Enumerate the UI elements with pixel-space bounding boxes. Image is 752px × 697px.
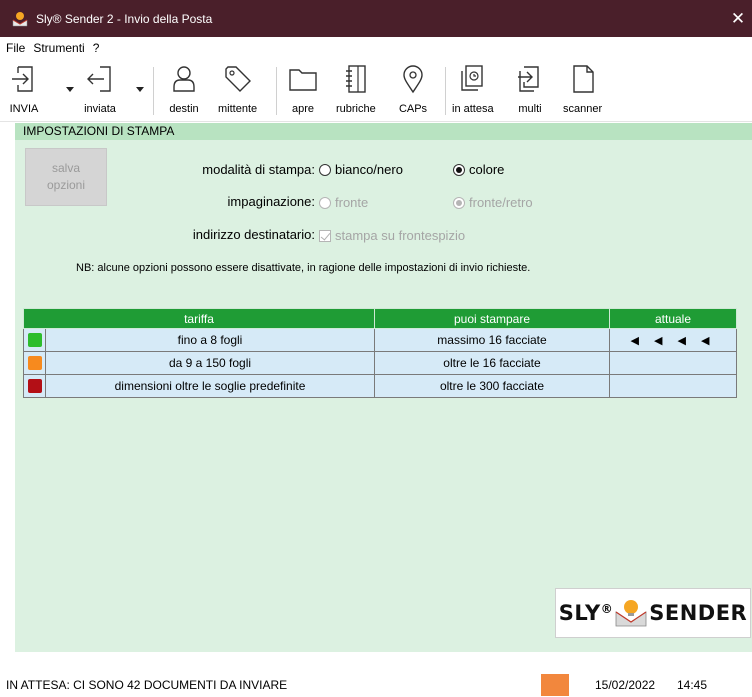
menu-strumenti[interactable]: Strumenti <box>33 41 84 55</box>
status-message: IN ATTESA: CI SONO 42 DOCUMENTI DA INVIA… <box>6 678 288 692</box>
window-title: Sly® Sender 2 - Invio della Posta <box>36 11 213 26</box>
radio-circle <box>319 163 331 176</box>
tariffa-cell: fino a 8 fogli <box>45 328 375 352</box>
radio-colore[interactable]: colore <box>453 162 504 177</box>
inviata-button[interactable]: inviata <box>84 63 116 119</box>
radio-circle-selected <box>453 163 465 176</box>
checkbox-frontespizio[interactable]: stampa su frontespizio <box>319 228 465 243</box>
green-swatch <box>27 333 42 347</box>
red-swatch <box>27 379 42 393</box>
app-logo-icon <box>12 11 28 27</box>
multi-send-icon <box>518 66 539 92</box>
user-icon <box>173 66 195 92</box>
header-tariffa: tariffa <box>23 308 375 329</box>
logo-text-left: SLY <box>558 601 601 625</box>
document-icon <box>572 65 594 93</box>
map-pin-icon <box>403 65 423 94</box>
table-row[interactable]: da 9 a 150 fogli oltre le 16 facciate <box>23 351 737 375</box>
status-time: 14:45 <box>677 678 708 692</box>
header-puoi-stampare: puoi stampare <box>374 308 610 329</box>
destin-button[interactable]: destin <box>168 63 200 119</box>
sly-sender-logo: SLY ® SENDER <box>555 588 751 638</box>
invia-dropdown-icon[interactable] <box>66 87 74 93</box>
logo-text-right: SENDER <box>649 601 748 625</box>
modalita-label: modalità di stampa: <box>202 162 315 177</box>
scanner-button[interactable]: scanner <box>563 63 602 119</box>
in-attesa-button[interactable]: in attesa <box>452 63 494 119</box>
mittente-button[interactable]: mittente <box>218 63 257 119</box>
folder-icon <box>289 69 317 91</box>
stampare-cell: massimo 16 facciate <box>374 328 610 352</box>
address-book-icon <box>345 65 366 93</box>
tariffa-cell: da 9 a 150 fogli <box>45 351 375 375</box>
menu-bar: File Strumenti ? <box>0 37 752 59</box>
table-row[interactable]: dimensioni oltre le soglie predefinite o… <box>23 374 737 398</box>
tariffe-table: tariffa puoi stampare attuale fino a 8 f… <box>23 308 737 398</box>
inviata-dropdown-icon[interactable] <box>136 87 144 93</box>
send-icon <box>12 66 33 92</box>
orange-swatch <box>27 356 42 370</box>
checkbox-box <box>319 229 331 242</box>
radio-circle <box>319 196 331 209</box>
logo-registered: ® <box>600 602 614 616</box>
toolbar-separator <box>445 67 446 115</box>
sent-icon <box>87 66 111 92</box>
rubriche-button[interactable]: rubriche <box>336 63 376 119</box>
caps-button[interactable]: CAPs <box>397 63 429 119</box>
status-bar: IN ATTESA: CI SONO 42 DOCUMENTI DA INVIA… <box>0 673 752 697</box>
menu-help[interactable]: ? <box>93 41 100 55</box>
toolbar-separator <box>276 67 277 115</box>
salva-opzioni-button[interactable]: salva opzioni <box>25 148 107 206</box>
toolbar-separator <box>153 67 154 115</box>
impaginazione-label: impaginazione: <box>227 194 315 209</box>
color-cell <box>23 374 46 398</box>
title-bar: Sly® Sender 2 - Invio della Posta ✕ <box>0 0 752 37</box>
table-header-row: tariffa puoi stampare attuale <box>23 308 737 329</box>
queue-icon <box>461 65 483 91</box>
toolbar: INVIA inviata destin mittente apre rubri… <box>0 59 752 122</box>
attuale-indicator: ◀ ◀ ◀ ◀ <box>609 328 737 352</box>
envelope-bulb-icon <box>615 600 647 627</box>
multi-button[interactable]: multi <box>514 63 546 119</box>
radio-circle-selected <box>453 196 465 209</box>
note-text: NB: alcune opzioni possono essere disatt… <box>76 262 531 274</box>
stampare-cell: oltre le 300 facciate <box>374 374 610 398</box>
status-date: 15/02/2022 <box>595 678 656 692</box>
tag-icon <box>224 66 251 92</box>
stampare-cell: oltre le 16 facciate <box>374 351 610 375</box>
radio-bianco-nero[interactable]: bianco/nero <box>319 162 403 177</box>
attuale-cell <box>609 351 737 375</box>
destinatario-label: indirizzo destinatario: <box>192 227 315 242</box>
section-header: IMPOSTAZIONI DI STAMPA <box>15 123 752 140</box>
table-row[interactable]: fino a 8 fogli massimo 16 facciate ◀ ◀ ◀… <box>23 328 737 352</box>
attuale-cell <box>609 374 737 398</box>
apre-button[interactable]: apre <box>287 63 319 119</box>
print-settings-panel: salva opzioni modalità di stampa: bianco… <box>15 140 752 652</box>
invia-button[interactable]: INVIA <box>8 63 40 119</box>
radio-fronte[interactable]: fronte <box>319 195 368 210</box>
menu-file[interactable]: File <box>6 41 25 55</box>
color-cell <box>23 328 46 352</box>
tariffa-cell: dimensioni oltre le soglie predefinite <box>45 374 375 398</box>
close-icon[interactable]: ✕ <box>724 0 752 37</box>
color-cell <box>23 351 46 375</box>
status-indicator <box>541 674 569 696</box>
header-attuale: attuale <box>609 308 737 329</box>
radio-fronte-retro[interactable]: fronte/retro <box>453 195 533 210</box>
